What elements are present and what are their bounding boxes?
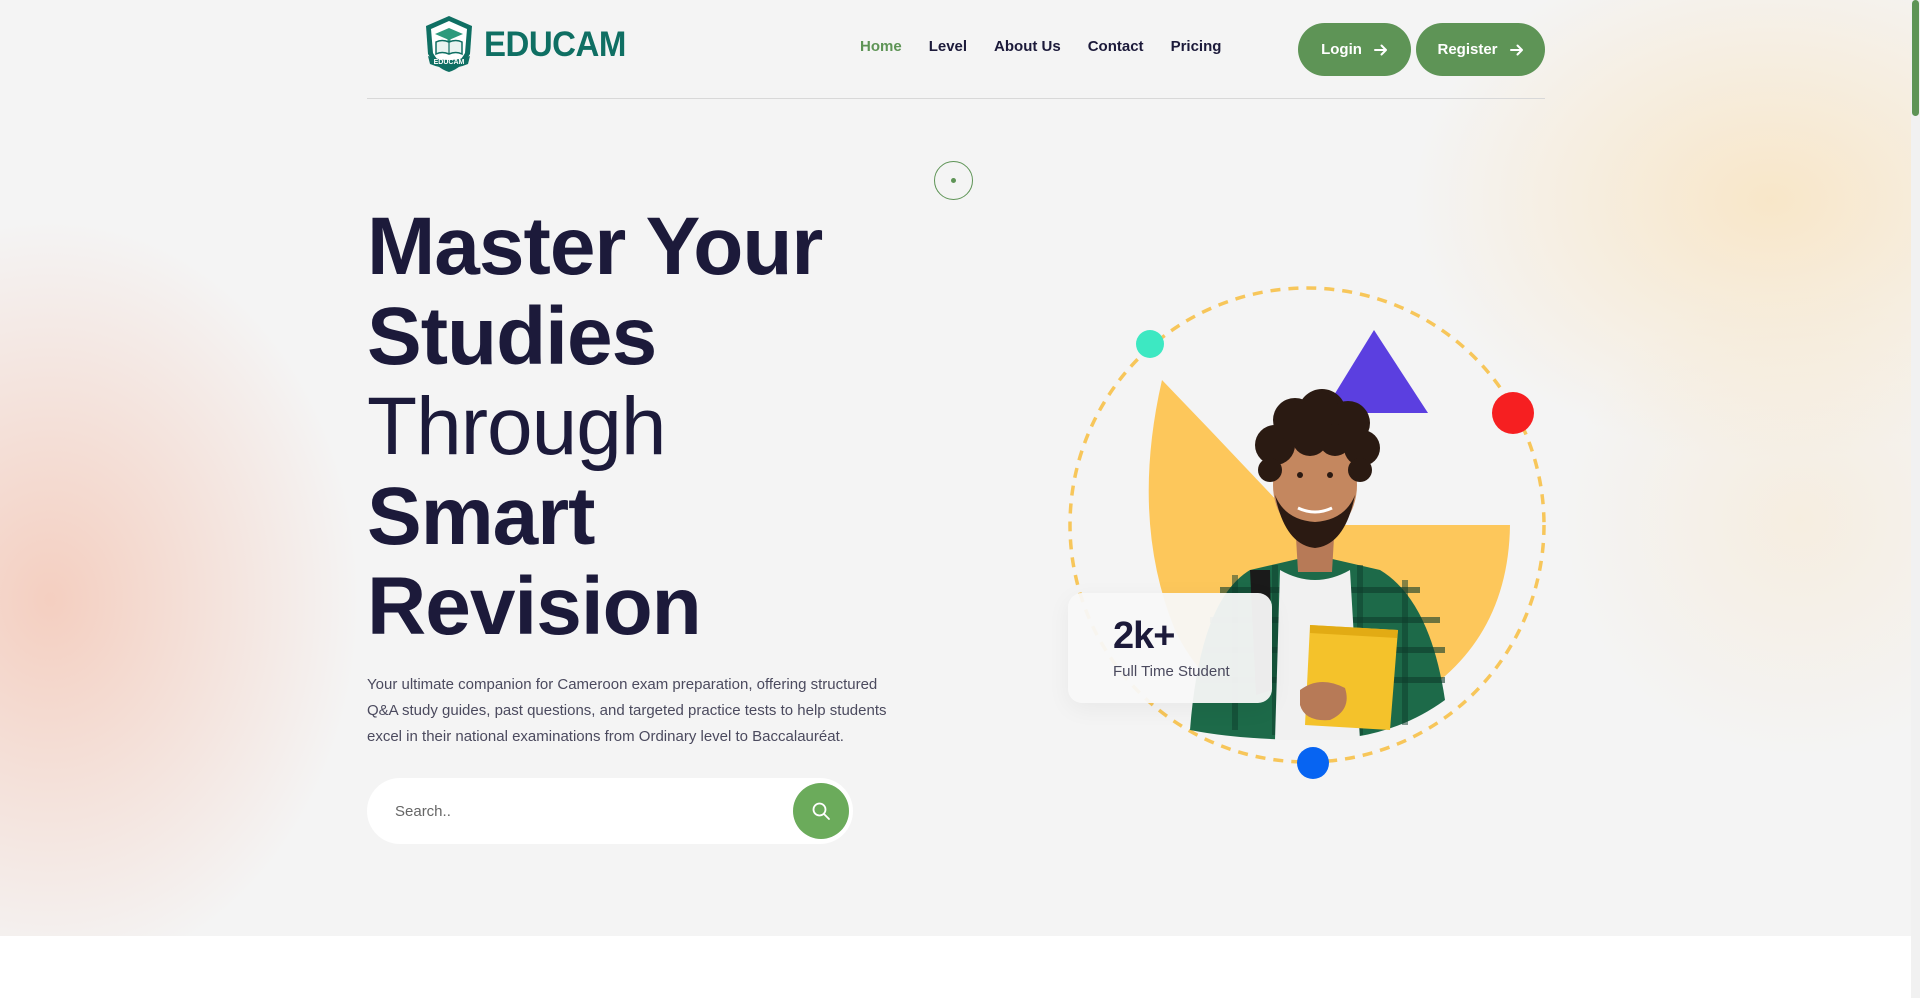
logo[interactable]: EDUCAM EDUCAM [422, 14, 626, 74]
search-input[interactable] [395, 802, 775, 820]
nav-menu: Home Level About Us Contact Pricing [860, 38, 1248, 55]
arrow-right-icon [1509, 44, 1523, 55]
hero-heading-line: Through [367, 381, 666, 472]
stat-card: 2k+ Full Time Student [1068, 593, 1272, 703]
nav-link-contact[interactable]: Contact [1088, 38, 1144, 55]
scrollbar-thumb[interactable] [1912, 0, 1919, 116]
register-button[interactable]: Register [1416, 23, 1545, 76]
register-button-label: Register [1437, 41, 1498, 58]
hero-heading-line: Studies [367, 291, 657, 382]
logo-badge-text: EDUCAM [434, 59, 465, 66]
logo-badge-icon: EDUCAM [426, 16, 472, 72]
hero-heading-line: Master Your [367, 201, 823, 292]
stat-number: 2k+ [1113, 615, 1175, 657]
hero-heading: Master Your Studies Through Smart Revisi… [367, 202, 927, 652]
search-icon [812, 802, 830, 820]
stat-label: Full Time Student [1113, 663, 1230, 680]
background-glow [1560, 280, 1911, 760]
nav-link-home[interactable]: Home [860, 38, 902, 55]
login-button[interactable]: Login [1298, 23, 1411, 76]
red-dot [1492, 392, 1534, 434]
brand-name: EDUCAM [484, 23, 626, 64]
arrow-right-icon [1373, 44, 1387, 55]
decorative-ring [934, 161, 973, 200]
search-bar [367, 778, 853, 844]
login-button-label: Login [1321, 41, 1362, 58]
hero-heading-line: Smart [367, 471, 595, 562]
scrollbar[interactable] [1911, 0, 1920, 998]
navbar: EDUCAM EDUCAM Home Level About Us Contac… [367, 0, 1545, 99]
hero-illustration [1068, 286, 1546, 779]
hero-section [0, 0, 1911, 936]
hero-description: Your ultimate companion for Cameroon exa… [367, 676, 887, 745]
hero-heading-line: Revision [367, 561, 702, 652]
nav-link-level[interactable]: Level [929, 38, 967, 55]
search-button[interactable] [793, 783, 849, 839]
blue-dot [1297, 747, 1329, 779]
teal-dot [1136, 330, 1164, 358]
nav-link-about-us[interactable]: About Us [994, 38, 1061, 55]
nav-link-pricing[interactable]: Pricing [1171, 38, 1222, 55]
